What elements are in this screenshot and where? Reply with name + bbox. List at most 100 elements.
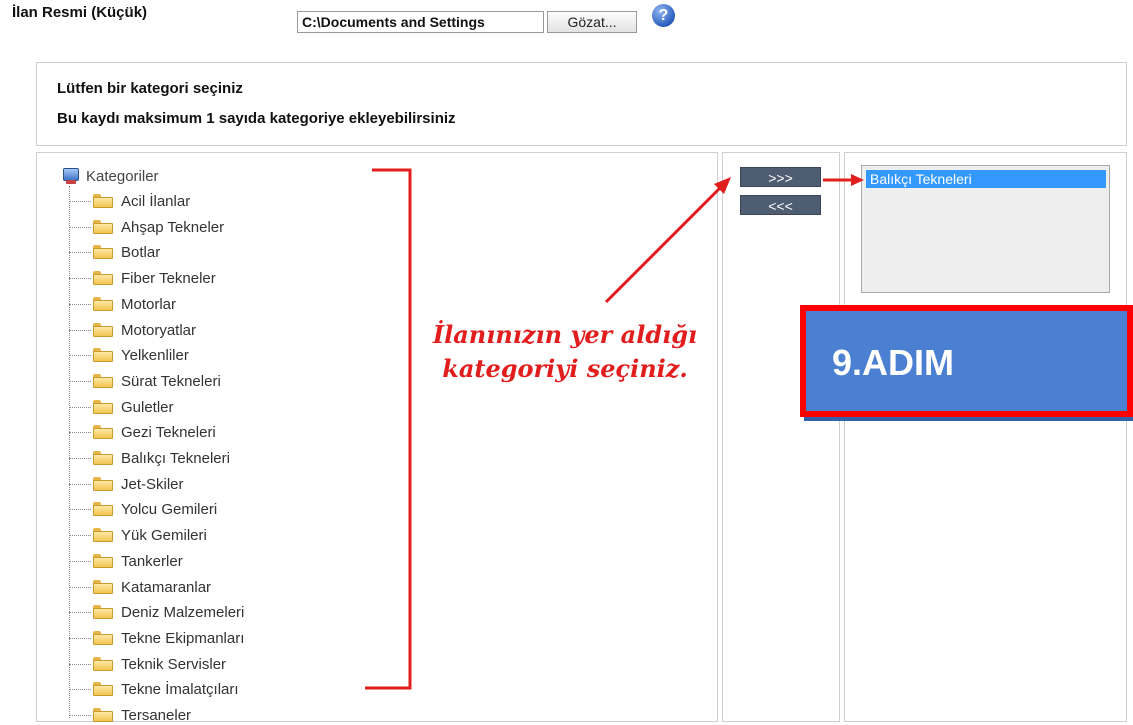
folder-icon — [93, 528, 113, 542]
tree-connector — [69, 251, 91, 253]
tree-item-label: Ahşap Tekneler — [121, 218, 225, 236]
tree-item-label: Motorlar — [121, 295, 177, 313]
folder-icon — [93, 220, 113, 234]
move-buttons-pane — [722, 152, 840, 722]
tree-item[interactable]: Deniz Malzemeleri — [69, 602, 244, 622]
folder-icon — [93, 580, 113, 594]
tree-connector — [69, 226, 91, 228]
folder-icon — [93, 502, 113, 516]
ilan-resmi-label: İlan Resmi (Küçük) — [12, 4, 148, 21]
tree-connector — [69, 200, 91, 202]
tree-item-label: Yolcu Gemileri — [121, 500, 218, 518]
folder-icon — [93, 348, 113, 362]
tree-connector — [69, 611, 91, 613]
tree-connector — [69, 508, 91, 510]
tree-item-label: Tersaneler — [121, 706, 192, 724]
tree-item[interactable]: Yolcu Gemileri — [69, 499, 217, 519]
folder-icon — [93, 477, 113, 491]
selected-category-item[interactable]: Balıkçı Tekneleri — [866, 170, 1106, 188]
tree-item[interactable]: Jet-Skiler — [69, 474, 184, 494]
tree-item[interactable]: Gezi Tekneleri — [69, 422, 216, 442]
tree-item-label: Guletler — [121, 398, 174, 416]
tree-item-label: Fiber Tekneler — [121, 269, 216, 287]
tree-item[interactable]: Balıkçı Tekneleri — [69, 448, 230, 468]
folder-icon — [93, 425, 113, 439]
tree-connector — [69, 329, 91, 331]
tree-connector — [69, 586, 91, 588]
tree-item-label: Gezi Tekneleri — [121, 423, 216, 441]
tree-item-label: Sürat Tekneleri — [121, 372, 221, 390]
tree-connector — [69, 354, 91, 356]
tree-item-label: Deniz Malzemeleri — [121, 603, 245, 621]
tree-connector — [69, 688, 91, 690]
tree-connector — [69, 406, 91, 408]
tree-item[interactable]: Fiber Tekneler — [69, 268, 216, 288]
info-panel — [36, 62, 1127, 146]
tree-item-label: Katamaranlar — [121, 578, 212, 596]
folder-icon — [93, 271, 113, 285]
browse-button[interactable]: Gözat... — [547, 11, 637, 33]
remove-category-button[interactable]: <<< — [740, 195, 821, 215]
tree-item[interactable]: Tankerler — [69, 551, 183, 571]
tree-item[interactable]: Motorlar — [69, 294, 176, 314]
tree-item-label: Tekne İmalatçıları — [121, 680, 239, 698]
tree-connector — [69, 277, 91, 279]
tree-connector — [69, 560, 91, 562]
tree-connector — [69, 303, 91, 305]
folder-icon — [93, 708, 113, 722]
tree-item-label: Motoryatlar — [121, 321, 197, 339]
tree-item[interactable]: Yük Gemileri — [69, 525, 207, 545]
computer-icon — [62, 167, 80, 185]
tree-item-label: Jet-Skiler — [121, 475, 184, 493]
folder-icon — [93, 245, 113, 259]
tree-connector — [69, 431, 91, 433]
tree-item-label: Balıkçı Tekneleri — [121, 449, 230, 467]
tree-item-label: Tekne Ekipmanları — [121, 629, 245, 647]
tree-item[interactable]: Katamaranlar — [69, 577, 211, 597]
tree-root[interactable]: Kategoriler — [62, 166, 159, 186]
folder-icon — [93, 374, 113, 388]
folder-icon — [93, 682, 113, 696]
tree-item[interactable]: Yelkenliler — [69, 345, 189, 365]
help-icon[interactable]: ? — [652, 4, 675, 27]
tree-item[interactable]: Botlar — [69, 242, 160, 262]
folder-icon — [93, 451, 113, 465]
tree-item[interactable]: Tekne İmalatçıları — [69, 679, 239, 699]
folder-icon — [93, 400, 113, 414]
tree-item[interactable]: Acil İlanlar — [69, 191, 190, 211]
tree-connector — [69, 637, 91, 639]
tree-item[interactable]: Tersaneler — [69, 705, 191, 725]
folder-icon — [93, 194, 113, 208]
folder-icon — [93, 605, 113, 619]
folder-icon — [93, 554, 113, 568]
tree-connector — [69, 457, 91, 459]
folder-icon — [93, 631, 113, 645]
tree-item-label: Yük Gemileri — [121, 526, 207, 544]
tree-item-label: Tankerler — [121, 552, 183, 570]
tree-connector — [69, 380, 91, 382]
step-label: 9.ADIM — [832, 342, 955, 383]
folder-icon — [93, 657, 113, 671]
tree-item-label: Botlar — [121, 243, 161, 261]
tree-item-label: Acil İlanlar — [121, 192, 191, 210]
tree-connector — [69, 483, 91, 485]
folder-icon — [93, 297, 113, 311]
tree-item[interactable]: Motoryatlar — [69, 320, 196, 340]
annotation-line2: kategoriyi seçiniz. — [442, 354, 688, 383]
tree-item[interactable]: Tekne Ekipmanları — [69, 628, 244, 648]
file-path-input[interactable]: C:\Documents and Settings — [297, 11, 544, 33]
tree-connector — [69, 663, 91, 665]
tree-connector — [69, 714, 91, 716]
category-instruction: Lütfen bir kategori seçiniz — [57, 80, 243, 97]
tree-item[interactable]: Sürat Tekneleri — [69, 371, 221, 391]
tree-item-label: Teknik Servisler — [121, 655, 227, 673]
tree-item-label: Yelkenliler — [121, 346, 189, 364]
category-limit-note: Bu kaydı maksimum 1 sayıda kategoriye ek… — [57, 110, 456, 127]
tree-item[interactable]: Ahşap Tekneler — [69, 217, 224, 237]
add-category-button[interactable]: >>> — [740, 167, 821, 187]
folder-icon — [93, 323, 113, 337]
annotation-line1: İlanınızın yer aldığı — [432, 320, 698, 349]
tree-item[interactable]: Guletler — [69, 397, 174, 417]
tree-root-label: Kategoriler — [86, 167, 159, 185]
tree-item[interactable]: Teknik Servisler — [69, 654, 226, 674]
